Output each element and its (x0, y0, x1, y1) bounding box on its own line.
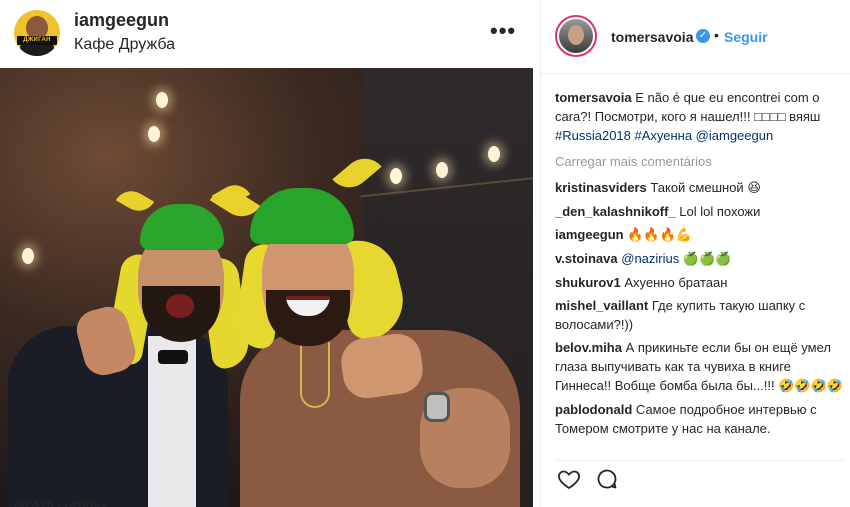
header-separator: • (714, 27, 719, 43)
comment-username[interactable]: _den_kalashnikoff_ (555, 204, 676, 219)
verified-badge-icon: ✓ (696, 29, 710, 43)
username-link[interactable]: iamgeegun (74, 10, 169, 31)
follow-button[interactable]: Seguir (724, 29, 768, 45)
person-right-viking-hat (250, 188, 354, 244)
comment-mention[interactable]: @nazirius (621, 251, 679, 266)
comment-text: Ахуенно братаан (624, 275, 728, 290)
person-right-chain (300, 342, 330, 408)
caption-username[interactable]: tomersavoia (555, 90, 632, 105)
post-photo[interactable] (0, 68, 533, 507)
comment-emoji: 🍏🍏🍏 (682, 252, 732, 267)
comments-list: tomersavoia E não é que eu encontrei com… (555, 88, 845, 442)
person-right-watch (424, 392, 450, 422)
comment-username[interactable]: belov.miha (555, 340, 622, 355)
comment-username[interactable]: kristinasviders (555, 180, 647, 195)
caption: tomersavoia E não é que eu encontrei com… (555, 88, 845, 145)
photo-bulb (488, 146, 500, 162)
comment-item: shukurov1 Ахуенно братаан (555, 273, 845, 292)
photo-bulb (148, 126, 160, 142)
comment-item: v.stoinava @nazirius 🍏🍏🍏 (555, 249, 845, 269)
photo-bulb (436, 162, 448, 178)
caption-garbled: □□□□ вяяш (754, 109, 821, 124)
load-more-comments-button[interactable]: Carregar mais comentários (555, 152, 845, 171)
author-username-link[interactable]: tomersavoia (611, 29, 693, 45)
comment-emoji: 😆 (747, 181, 761, 196)
comment-item: iamgeegun 🔥🔥🔥💪 (555, 225, 845, 245)
comment-username[interactable]: mishel_vaillant (555, 298, 648, 313)
comment-item: mishel_vaillant Где купить такую шапку с… (555, 296, 845, 334)
comment-icon[interactable] (595, 467, 619, 491)
comment-username[interactable]: shukurov1 (555, 275, 621, 290)
more-options-icon[interactable]: ••• (490, 18, 516, 44)
comment-emoji: 🔥🔥🔥💪 (627, 228, 692, 243)
comment-username[interactable]: iamgeegun (555, 227, 624, 242)
avatar[interactable]: ДЖИГАН (14, 10, 60, 56)
comment-item: kristinasviders Такой смешной 😆 (555, 178, 845, 198)
comment-text: Такой смешной (650, 180, 744, 195)
likes-count[interactable]: 60.410 curtidas (14, 498, 108, 507)
person-left-bowtie (158, 350, 188, 364)
action-bar (555, 460, 845, 490)
post-header-left: ДЖИГАН iamgeegun Кафе Дружба ••• (0, 0, 540, 68)
comment-item: belov.miha А прикиньте если бы он ещё ум… (555, 338, 845, 396)
comment-username[interactable]: v.stoinava (555, 251, 618, 266)
photo-bulb (390, 168, 402, 184)
person-left-horn (115, 184, 155, 218)
author-avatar[interactable] (555, 15, 597, 57)
comment-item: pablodonald Самое подробное интервью с Т… (555, 400, 845, 438)
person-left-mouth (166, 294, 194, 318)
caption-hashtags[interactable]: #Russia2018 #Ахуенна @iamgeegun (555, 128, 773, 143)
post-header-right: tomersavoia ✓ • Seguir (541, 0, 850, 74)
comment-text: Lol lol похожи (679, 204, 761, 219)
comment-item: _den_kalashnikoff_ Lol lol похожи (555, 202, 845, 221)
comment-username[interactable]: pablodonald (555, 402, 632, 417)
photo-bulb (156, 92, 168, 108)
photo-bulb (22, 248, 34, 264)
location-link[interactable]: Кафе Дружба (74, 36, 175, 54)
person-left-viking-hat (140, 204, 224, 250)
avatar-tag: ДЖИГАН (17, 36, 57, 45)
heart-icon[interactable] (557, 467, 581, 491)
comment-emoji: 🤣🤣🤣🤣 (778, 379, 843, 394)
post-sidebar: tomersavoia ✓ • Seguir tomersavoia E não… (540, 0, 850, 507)
